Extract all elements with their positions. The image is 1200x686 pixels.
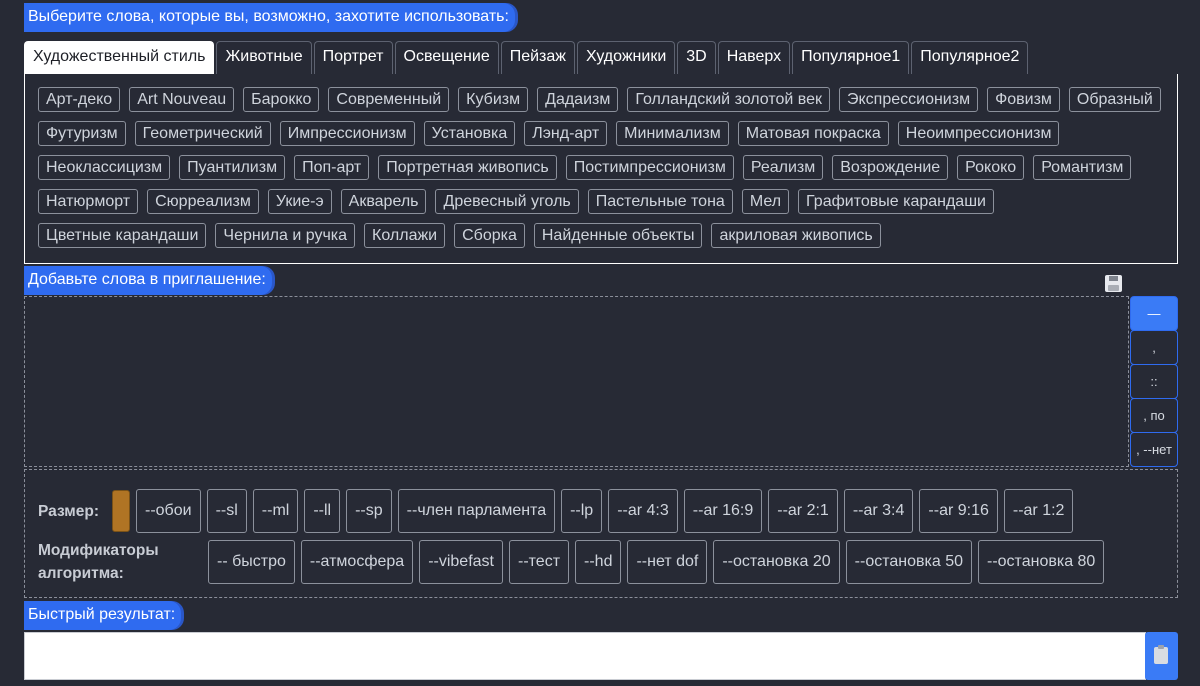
word-chip[interactable]: Установка [423, 121, 516, 146]
word-chip[interactable]: Акварель [340, 189, 427, 214]
size-color-swatch[interactable] [112, 490, 130, 532]
word-chip[interactable]: Реализм [742, 155, 824, 180]
word-chip[interactable]: Цветные карандаши [38, 223, 207, 248]
word-chip[interactable]: Графитовые карандаши [798, 189, 994, 214]
size-option-button[interactable]: --lp [561, 489, 603, 533]
word-chip[interactable]: Чернила и ручка [215, 223, 356, 248]
separator-button-4[interactable]: , --нет [1130, 432, 1178, 467]
word-chip[interactable]: Фовизм [987, 87, 1060, 112]
word-panel: Арт-деко Art Nouveau Барокко Современный Куб… [24, 74, 1178, 264]
word-chip[interactable]: Найденные объекты [533, 223, 703, 248]
word-chip[interactable]: Дадаизм [537, 87, 619, 112]
category-tabs: Художественный стиль Животные Портрет Освещ… [24, 41, 1178, 74]
word-chip[interactable]: Art Nouveau [129, 87, 235, 112]
word-chip[interactable]: Неоклассицизм [38, 155, 171, 180]
quick-result-output[interactable] [24, 632, 1146, 680]
word-chip[interactable]: акриловая живопись [711, 223, 881, 248]
separator-button-0[interactable]: — [1130, 296, 1178, 331]
word-chip[interactable]: Рококо [957, 155, 1025, 180]
word-chip[interactable]: Лэнд-арт [524, 121, 608, 146]
size-option-button[interactable]: --член парламента [397, 489, 556, 533]
size-option-button[interactable]: --ar 1:2 [1003, 489, 1074, 533]
save-icon[interactable] [1105, 275, 1122, 292]
word-chip[interactable]: Постимпрессионизм [565, 155, 734, 180]
separator-button-1[interactable]: , [1130, 330, 1178, 365]
algo-option-button[interactable]: --vibefast [419, 540, 503, 584]
prompt-label: Добавьте слова в приглашение: [24, 266, 272, 295]
size-label: Размер: [38, 503, 99, 520]
word-chip[interactable]: Барокко [243, 87, 320, 112]
algo-option-button[interactable]: --нет dof [627, 540, 708, 584]
word-chip-list: Арт-деко Art Nouveau Барокко Современный Куб… [38, 87, 1168, 248]
word-chip[interactable]: Современный [328, 87, 450, 112]
quick-result-label: Быстрый результат: [24, 601, 182, 630]
algo-option-button[interactable]: --тест [508, 540, 570, 584]
tab-1[interactable]: Животные [216, 41, 312, 74]
word-chip[interactable]: Матовая покраска [737, 121, 889, 146]
algo-option-button[interactable]: --атмосфера [300, 540, 414, 584]
word-chip[interactable]: Древесный уголь [435, 189, 579, 214]
tab-5[interactable]: Художники [577, 41, 676, 74]
algo-option-button[interactable]: --остановка 50 [845, 540, 972, 584]
separator-button-3[interactable]: , по [1130, 398, 1178, 433]
tab-3[interactable]: Освещение [394, 41, 499, 74]
word-chip[interactable]: Арт-деко [38, 87, 121, 112]
algo-label-line1: Модификаторы [38, 542, 159, 559]
word-chip[interactable]: Сборка [454, 223, 525, 248]
choose-words-label: Выберите слова, которые вы, возможно, за… [24, 3, 515, 32]
word-chip[interactable]: Минимализм [616, 121, 729, 146]
modifiers-panel: Размер: --обои --sl --ml --ll --sp --член пар… [24, 469, 1178, 598]
word-chip[interactable]: Коллажи [364, 223, 446, 248]
word-chip[interactable]: Портретная живопись [378, 155, 557, 180]
clipboard-icon [1154, 645, 1168, 664]
word-chip[interactable]: Сюрреализм [147, 189, 259, 214]
word-chip[interactable]: Укие-э [267, 189, 332, 214]
size-option-button[interactable]: --ar 4:3 [608, 489, 678, 533]
word-chip[interactable]: Пуантилизм [179, 155, 286, 180]
word-chip[interactable]: Геометрический [134, 121, 271, 146]
tab-8[interactable]: Популярное1 [792, 41, 910, 74]
word-chip[interactable]: Поп-арт [294, 155, 370, 180]
tab-6[interactable]: 3D [677, 41, 716, 74]
size-option-button[interactable]: --ar 3:4 [843, 489, 914, 533]
size-option-button[interactable]: --ar 16:9 [683, 489, 763, 533]
prompt-input[interactable] [24, 296, 1129, 467]
word-chip[interactable]: Романтизм [1033, 155, 1132, 180]
algo-option-button[interactable]: --остановка 20 [713, 540, 840, 584]
size-option-button[interactable]: --ar 2:1 [768, 489, 838, 533]
algo-option-button[interactable]: -- быстро [208, 540, 295, 584]
tab-9[interactable]: Популярное2 [911, 41, 1029, 74]
algo-options: -- быстро --атмосфера --vibefast --тест --hd… [208, 540, 1105, 584]
word-chip[interactable]: Кубизм [458, 87, 529, 112]
algo-label: Модификаторы алгоритма: [38, 539, 159, 585]
tab-2[interactable]: Портрет [313, 41, 393, 74]
algo-label-line2: алгоритма: [38, 565, 124, 582]
word-chip[interactable]: Неоимпрессионизм [897, 121, 1060, 146]
separator-buttons: —,::, по, --нет [1130, 296, 1178, 467]
word-chip[interactable]: Пастельные тона [587, 189, 733, 214]
word-chip[interactable]: Голландский золотой век [627, 87, 830, 112]
size-option-button[interactable]: --ll [304, 489, 341, 533]
size-option-button[interactable]: --обои [136, 489, 201, 533]
tab-0[interactable]: Художественный стиль [24, 41, 215, 74]
size-option-button[interactable]: --ar 9:16 [919, 489, 998, 533]
size-options: --обои --sl --ml --ll --sp --член парламента -… [112, 489, 1074, 533]
word-chip[interactable]: Образный [1068, 87, 1161, 112]
tab-4[interactable]: Пейзаж [500, 41, 575, 74]
algo-option-button[interactable]: --остановка 80 [978, 540, 1105, 584]
word-chip[interactable]: Мел [741, 189, 790, 214]
algo-option-button[interactable]: --hd [575, 540, 622, 584]
size-option-button[interactable]: --ml [252, 489, 299, 533]
size-option-button[interactable]: --sl [206, 489, 247, 533]
size-option-button[interactable]: --sp [346, 489, 392, 533]
word-chip[interactable]: Экспрессионизм [838, 87, 979, 112]
word-chip[interactable]: Натюрморт [38, 189, 139, 214]
word-chip[interactable]: Возрождение [832, 155, 949, 180]
tab-7[interactable]: Наверх [717, 41, 791, 74]
copy-button[interactable] [1145, 632, 1178, 680]
word-chip[interactable]: Импрессионизм [279, 121, 415, 146]
separator-button-2[interactable]: :: [1130, 364, 1178, 399]
word-chip[interactable]: Футуризм [38, 121, 126, 146]
